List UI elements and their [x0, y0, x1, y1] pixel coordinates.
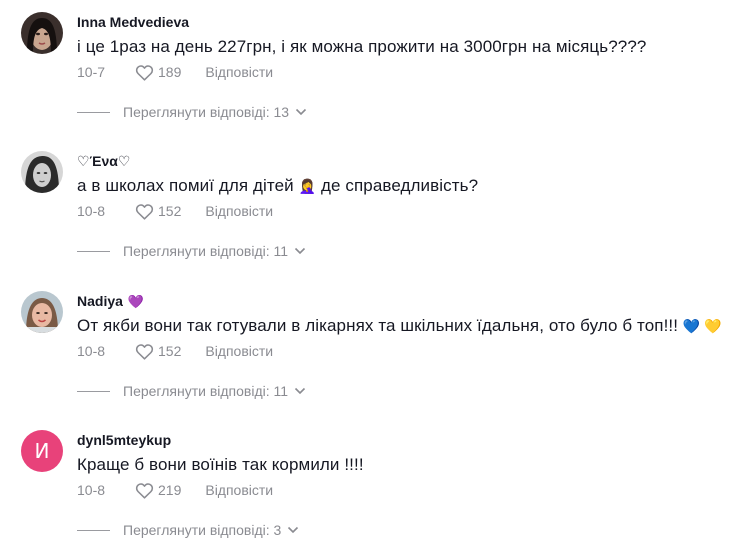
heart-icon	[135, 203, 154, 220]
divider-line	[77, 250, 110, 252]
view-replies-button[interactable]: Переглянути відповіді: 11	[77, 383, 306, 399]
hearts-emoji: 💙 💛	[682, 318, 722, 335]
chevron-down-icon	[294, 247, 306, 255]
comment-date: 10-7	[77, 64, 106, 80]
avatar[interactable]	[21, 291, 63, 333]
username[interactable]: dynl5mteykup	[77, 432, 171, 448]
avatar[interactable]	[21, 151, 63, 193]
reply-button[interactable]: Відповісти	[205, 203, 273, 219]
comment-date: 10-8	[77, 343, 106, 359]
divider-line	[77, 390, 110, 392]
like-button[interactable]: 219	[135, 482, 205, 499]
comment-text: а в школах помиї для дітей 🤦‍♀️ де справ…	[77, 176, 478, 196]
comment-text-part: а в школах помиї для дітей	[77, 176, 294, 195]
facepalm-emoji: 🤦‍♀️	[298, 178, 317, 195]
view-replies-label: Переглянути відповіді: 13	[123, 104, 290, 120]
avatar[interactable]	[21, 12, 63, 54]
view-replies-button[interactable]: Переглянути відповіді: 11	[77, 243, 306, 259]
comment-date: 10-8	[77, 482, 106, 498]
comment-meta: 10-8 219 Відповісти	[77, 480, 273, 500]
divider-line	[77, 111, 110, 113]
view-replies-label: Переглянути відповіді: 11	[123, 243, 289, 259]
heart-icon	[135, 482, 154, 499]
username[interactable]: Inna Medvedieva	[77, 14, 189, 30]
heart-icon	[135, 343, 154, 360]
chevron-down-icon	[296, 108, 307, 116]
heart-icon	[135, 64, 154, 81]
like-button[interactable]: 189	[135, 64, 205, 81]
view-replies-button[interactable]: Переглянути відповіді: 13	[77, 104, 307, 120]
comment-meta: 10-8 152 Відповісти	[77, 201, 273, 221]
like-button[interactable]: 152	[135, 343, 205, 360]
username-text: Nadiya	[77, 293, 123, 309]
comment-date: 10-8	[77, 203, 106, 219]
comment-text: і це 1раз на день 227грн, і як можна про…	[77, 37, 647, 56]
reply-button[interactable]: Відповісти	[205, 482, 273, 498]
view-replies-label: Переглянути відповіді: 3	[123, 522, 282, 538]
like-count: 152	[158, 343, 182, 359]
comment-meta: 10-8 152 Відповісти	[77, 341, 273, 361]
comment-text-part: де справедливість?	[320, 176, 479, 195]
comment-text: Краще б вони воїнів так кормили !!!!	[77, 455, 364, 474]
chevron-down-icon	[294, 387, 306, 395]
like-count: 189	[158, 64, 182, 80]
username[interactable]: Nadiya 💜	[77, 293, 144, 310]
divider-line	[77, 529, 110, 531]
like-count: 219	[158, 482, 182, 498]
comment-text: От якби вони так готували в лікарнях та …	[77, 316, 722, 336]
view-replies-button[interactable]: Переглянути відповіді: 3	[77, 522, 299, 538]
chevron-down-icon	[288, 526, 299, 534]
comment-meta: 10-7 189 Відповісти	[77, 62, 273, 82]
comment-text-part: От якби вони так готували в лікарнях та …	[77, 316, 679, 335]
purple-heart-emoji: 💜	[127, 294, 145, 309]
reply-button[interactable]: Відповісти	[205, 64, 273, 80]
view-replies-label: Переглянути відповіді: 11	[123, 383, 289, 399]
avatar[interactable]: И	[21, 430, 63, 472]
like-button[interactable]: 152	[135, 203, 205, 220]
username[interactable]: ♡Ένα♡	[77, 153, 130, 170]
like-count: 152	[158, 203, 182, 219]
reply-button[interactable]: Відповісти	[205, 343, 273, 359]
